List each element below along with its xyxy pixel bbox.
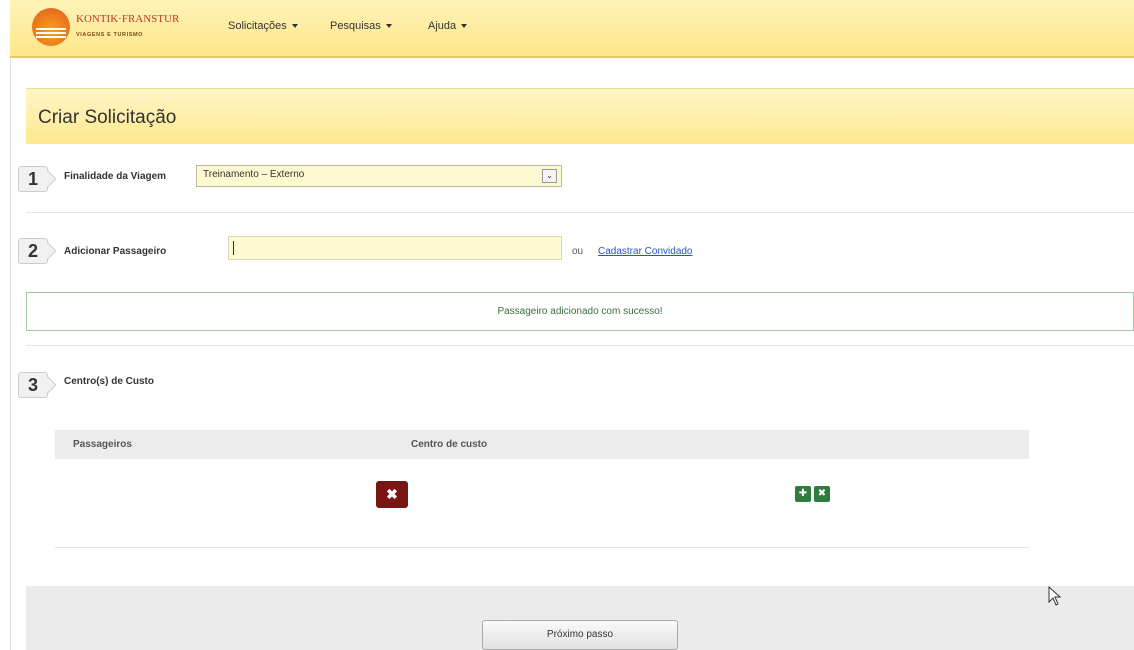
close-icon: ✖ xyxy=(386,486,398,502)
column-header-centro-custo: Centro de custo xyxy=(411,439,488,450)
caret-down-icon xyxy=(461,24,468,29)
brand-name: KONTIK·FRANSTUR xyxy=(76,13,180,25)
step-2-label: Adicionar Passageiro xyxy=(64,246,167,257)
table-row-divider xyxy=(55,547,1029,548)
remove-cost-center-button[interactable]: ✖ xyxy=(814,486,830,502)
caret-down-icon xyxy=(385,24,392,29)
cost-center-table-header: Passageiros Centro de custo xyxy=(55,430,1029,459)
menu-ajuda[interactable]: Ajuda xyxy=(428,20,468,32)
remove-passenger-button[interactable]: ✖ xyxy=(376,481,408,508)
title-bar: Criar Solicitação xyxy=(26,88,1134,144)
menu-label: Solicitações xyxy=(228,20,287,32)
register-guest-link[interactable]: Cadastrar Convidado xyxy=(598,246,693,257)
column-header-passageiros: Passageiros xyxy=(73,439,132,450)
page-title: Criar Solicitação xyxy=(38,107,177,128)
top-navbar: KONTIK·FRANSTUR VIAGENS E TURISMO Solici… xyxy=(10,0,1134,58)
next-step-button[interactable]: Próximo passo xyxy=(482,620,678,650)
text-cursor xyxy=(233,241,234,255)
chevron-down-icon[interactable]: ⌄ xyxy=(542,169,557,183)
brand-tagline: VIAGENS E TURISMO xyxy=(76,32,144,38)
mouse-pointer-icon xyxy=(1048,586,1062,606)
passenger-input[interactable] xyxy=(228,236,562,260)
add-icon: ✚ xyxy=(798,488,808,499)
menu-pesquisas[interactable]: Pesquisas xyxy=(330,20,392,32)
or-text: ou xyxy=(572,246,584,257)
page-left-border xyxy=(10,58,11,650)
sun-logo-icon xyxy=(32,8,70,46)
finalidade-selected-value: Treinamento – Externo xyxy=(203,169,305,180)
brand-logo[interactable]: KONTIK·FRANSTUR VIAGENS E TURISMO xyxy=(32,6,212,50)
caret-down-icon xyxy=(291,24,298,29)
section-divider xyxy=(26,345,1134,346)
menu-label: Pesquisas xyxy=(330,20,381,32)
step-3-badge: 3 xyxy=(18,372,48,398)
success-message: Passageiro adicionado com sucesso! xyxy=(497,306,663,317)
close-icon: ✖ xyxy=(817,488,827,499)
step-1-label: Finalidade da Viagem xyxy=(64,171,167,182)
finalidade-select[interactable]: Treinamento – Externo ⌄ xyxy=(196,165,562,187)
step-3-label: Centro(s) de Custo xyxy=(64,376,154,387)
menu-label: Ajuda xyxy=(428,20,457,32)
footer-bar: Próximo passo xyxy=(26,586,1134,650)
step-1-badge: 1 xyxy=(18,166,48,192)
menu-solicitacoes[interactable]: Solicitações xyxy=(228,20,298,32)
success-alert: Passageiro adicionado com sucesso! xyxy=(26,292,1134,331)
add-cost-center-button[interactable]: ✚ xyxy=(795,486,811,502)
section-divider xyxy=(26,212,1134,213)
step-2-badge: 2 xyxy=(18,238,48,264)
